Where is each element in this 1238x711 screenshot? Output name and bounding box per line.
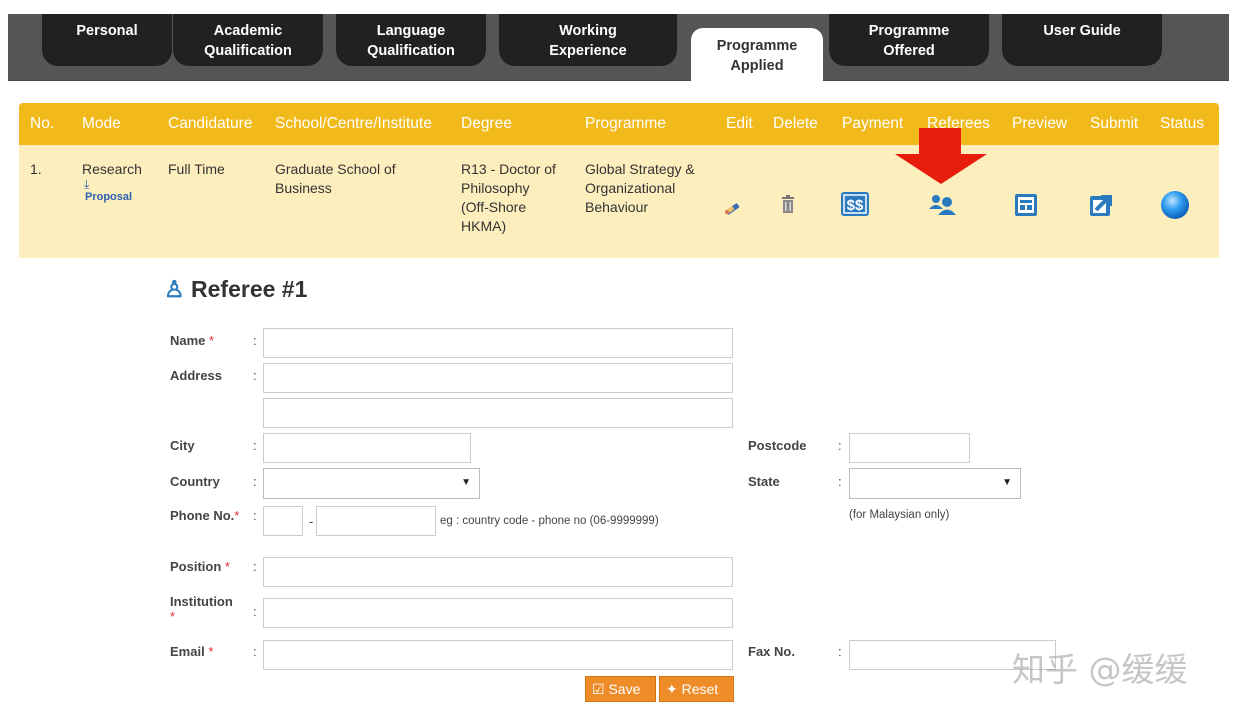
postcode-label: Postcode <box>748 438 807 453</box>
postcode-input[interactable] <box>849 433 970 463</box>
phone-hint: eg : country code - phone no (06-9999999… <box>440 515 659 527</box>
header-programme: Programme <box>585 115 666 132</box>
header-status: Status <box>1160 115 1204 132</box>
header-school: School/Centre/Institute <box>275 115 432 132</box>
address-line2-input[interactable] <box>263 398 733 428</box>
position-colon: : <box>253 559 257 574</box>
delete-icon[interactable] <box>777 194 799 216</box>
header-degree: Degree <box>461 115 512 132</box>
fax-label: Fax No. <box>748 644 795 659</box>
broom-icon: ✦ <box>666 681 678 697</box>
phone-country-code-input[interactable] <box>263 506 303 536</box>
tab-language-qualification[interactable]: Language Qualification <box>336 14 486 66</box>
name-colon: : <box>253 333 257 348</box>
name-input[interactable] <box>263 328 733 358</box>
city-label: City <box>170 438 195 453</box>
institution-label: Institution * <box>170 594 233 624</box>
preview-icon[interactable] <box>1013 192 1039 218</box>
position-label: Position * <box>170 559 230 574</box>
header-edit: Edit <box>726 115 753 132</box>
save-icon: ☑ <box>592 681 605 697</box>
save-button[interactable]: ☑ Save <box>585 676 656 702</box>
tab-user-guide[interactable]: User Guide <box>1002 14 1162 66</box>
header-mode: Mode <box>82 115 121 132</box>
header-payment: Payment <box>842 115 904 132</box>
tab-personal[interactable]: Personal <box>42 14 172 66</box>
position-input[interactable] <box>263 557 733 587</box>
email-colon: : <box>253 644 257 659</box>
svg-text:$$: $$ <box>847 197 864 214</box>
row-candidature: Full Time <box>168 161 225 177</box>
phone-colon: : <box>253 508 257 523</box>
submit-icon[interactable] <box>1088 192 1114 218</box>
header-preview: Preview <box>1012 115 1068 132</box>
fax-colon: : <box>838 644 842 659</box>
watermark: 知乎 @缓缓 <box>1012 650 1188 689</box>
phone-label: Phone No.* <box>170 508 240 523</box>
row-degree: R13 - Doctor of Philosophy (Off-Shore HKMA) <box>461 161 556 234</box>
payment-icon[interactable]: $$ <box>841 191 869 217</box>
country-colon: : <box>253 474 257 489</box>
download-icon[interactable]: ⤓ <box>84 178 142 190</box>
user-icon: ♙ <box>164 276 185 302</box>
edit-icon[interactable] <box>722 195 744 217</box>
proposal-link[interactable]: Proposal <box>85 190 142 204</box>
address-line1-input[interactable] <box>263 363 733 393</box>
status-icon[interactable] <box>1160 190 1190 220</box>
arrow-pointer-icon <box>895 128 987 184</box>
header-no: No. <box>30 115 55 132</box>
dropdown-caret-icon: ▼ <box>461 477 471 488</box>
row-mode: Research <box>82 161 142 177</box>
state-select[interactable]: ▼ <box>849 468 1021 499</box>
institution-input[interactable] <box>263 598 733 628</box>
header-submit: Submit <box>1090 115 1139 132</box>
dropdown-caret-icon: ▼ <box>1002 477 1012 488</box>
referees-icon[interactable] <box>926 191 958 217</box>
row-no: 1. <box>30 161 42 177</box>
tab-academic-qualification[interactable]: Academic Qualification <box>173 14 323 66</box>
referee-title: ♙ Referee #1 <box>164 276 308 302</box>
tab-programme-offered[interactable]: Programme Offered <box>829 14 989 66</box>
tab-programme-applied[interactable]: Programme Applied <box>691 28 823 94</box>
table-header: No. Mode Candidature School/Centre/Insti… <box>19 103 1219 145</box>
state-hint: (for Malaysian only) <box>849 509 950 521</box>
institution-colon: : <box>253 604 257 619</box>
country-label: Country <box>170 474 220 489</box>
row-programme: Global Strategy & Organizational Behaviour <box>585 161 695 215</box>
table-row: 1. Research ⤓ Proposal Full Time Graduat… <box>19 145 1219 258</box>
postcode-colon: : <box>838 438 842 453</box>
applied-programme-table: No. Mode Candidature School/Centre/Insti… <box>19 103 1219 258</box>
city-colon: : <box>253 438 257 453</box>
header-delete: Delete <box>773 115 818 132</box>
header-candidature: Candidature <box>168 115 253 132</box>
email-input[interactable] <box>263 640 733 670</box>
address-label: Address <box>170 368 223 383</box>
state-label: State <box>748 474 780 489</box>
reset-button[interactable]: ✦ Reset <box>659 676 734 702</box>
state-colon: : <box>838 474 842 489</box>
country-select[interactable]: ▼ <box>263 468 480 499</box>
phone-number-input[interactable] <box>316 506 436 536</box>
tab-bar: Personal Academic Qualification Language Q… <box>8 14 1229 94</box>
city-input[interactable] <box>263 433 471 463</box>
phone-dash: - <box>309 514 314 529</box>
tab-working-experience[interactable]: Working Experience <box>499 14 677 66</box>
name-label: Name * <box>170 333 215 348</box>
row-mode-cell: Research ⤓ Proposal <box>82 160 142 204</box>
row-school: Graduate School of Business <box>275 161 396 196</box>
email-label: Email * <box>170 644 214 659</box>
address-colon: : <box>253 368 257 383</box>
